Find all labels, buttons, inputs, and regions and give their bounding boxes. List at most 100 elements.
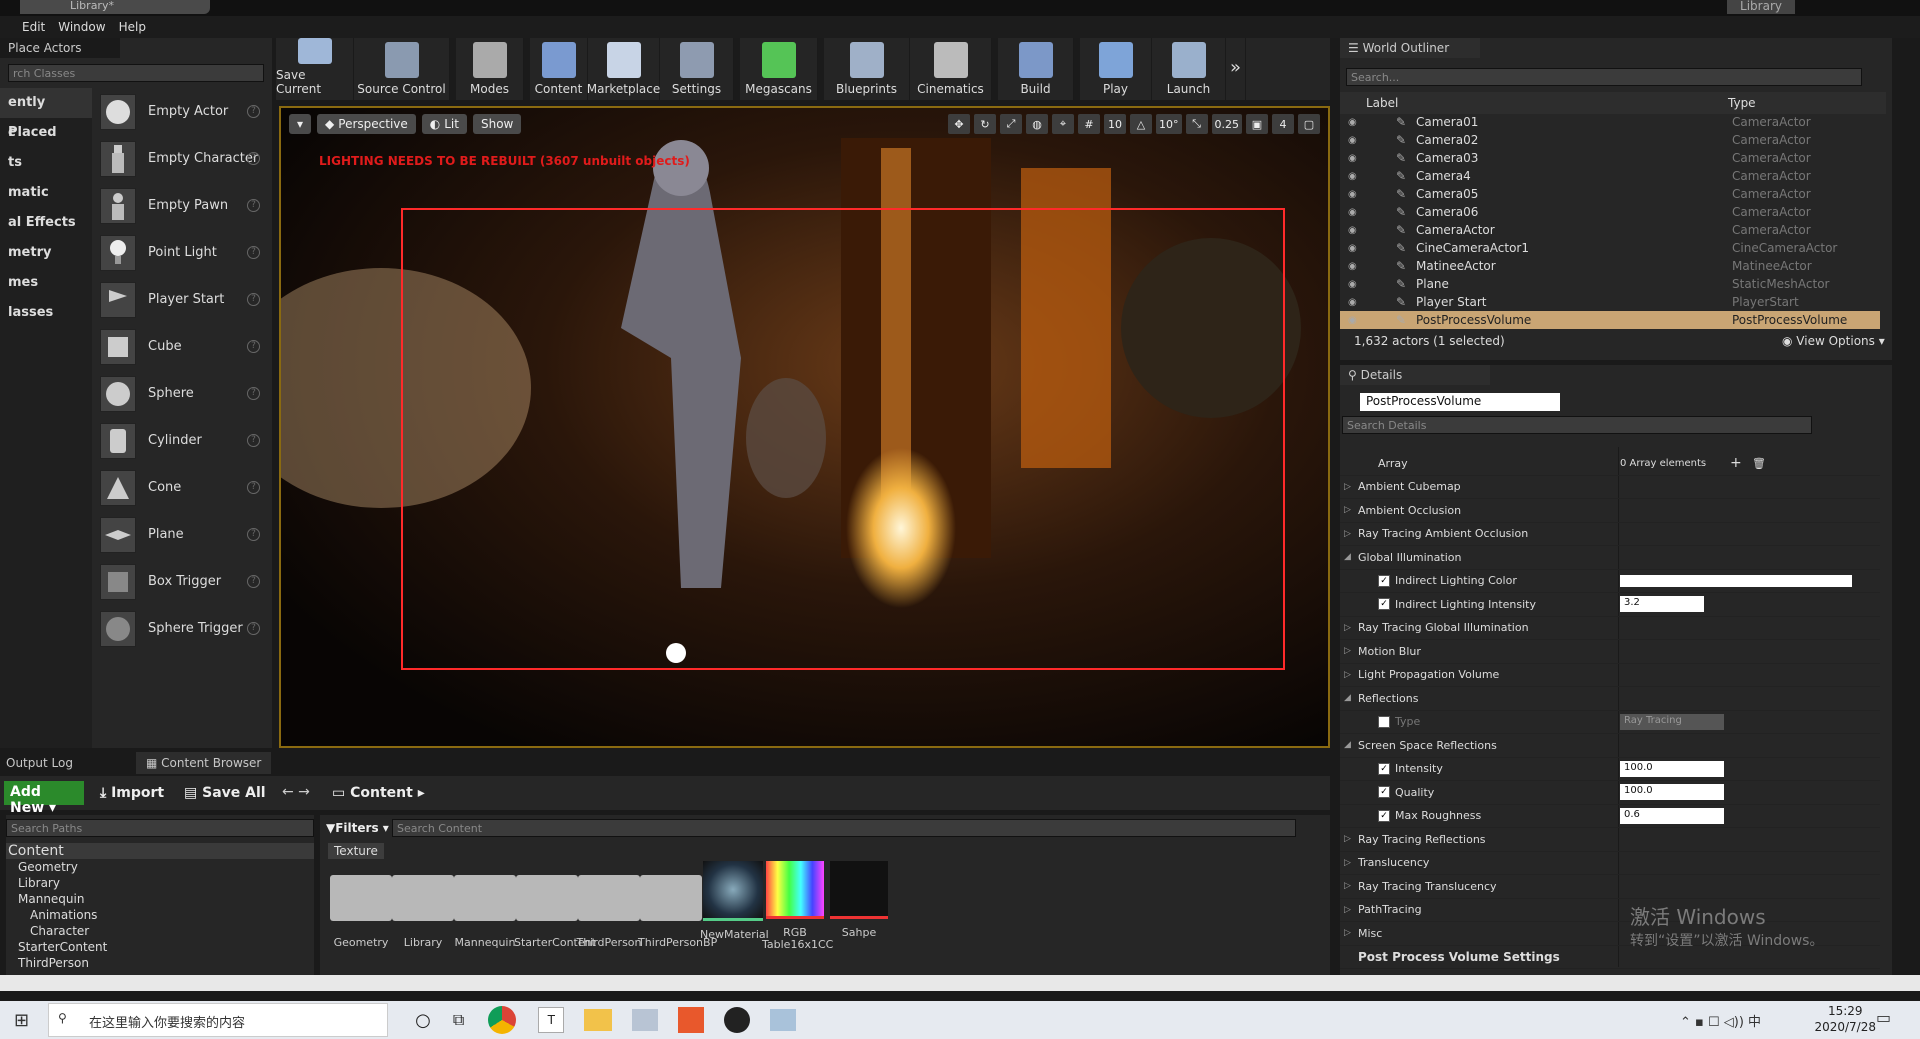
visibility-eye-icon[interactable]: ◉ — [1348, 279, 1362, 290]
outliner-row[interactable]: ◉ ✎ CineCameraActor1 CineCameraActor — [1340, 239, 1880, 257]
details-property-row[interactable]: ▷ Ray Tracing Translucency — [1340, 875, 1880, 899]
rotation-snap-icon[interactable]: △ — [1130, 114, 1152, 134]
asset-tile[interactable]: StarterContent — [514, 875, 596, 949]
add-new-button[interactable]: Add New ▾ — [4, 781, 84, 816]
windows-start-icon[interactable]: ⊞ — [14, 1010, 29, 1031]
source-control-button[interactable]: Source Control — [354, 38, 450, 100]
indirect-color-swatch[interactable] — [1620, 574, 1852, 587]
tree-item[interactable]: Character — [6, 923, 314, 939]
modes-button[interactable]: Modes — [456, 38, 524, 100]
collapsed-arrow-icon[interactable]: ▷ — [1344, 928, 1358, 938]
details-property-row[interactable]: ▷ Translucency — [1340, 852, 1880, 875]
help-icon[interactable]: ? — [247, 293, 260, 306]
help-icon[interactable]: ? — [247, 575, 260, 588]
filters-button[interactable]: ▼Filters ▾ — [326, 821, 389, 835]
save-all-button[interactable]: ▤ Save All — [184, 785, 266, 801]
help-icon[interactable]: ? — [247, 481, 260, 494]
expanded-arrow-icon[interactable]: ◢ — [1344, 693, 1358, 703]
category-geometry[interactable]: metry — [0, 238, 92, 268]
label-column-header[interactable]: Label — [1366, 96, 1398, 110]
actor-item[interactable]: Box Trigger? — [92, 558, 268, 605]
actor-item[interactable]: Cone? — [92, 464, 268, 511]
details-property-row[interactable]: ◢ Global Illumination — [1340, 546, 1880, 570]
property-checkbox[interactable]: ✓ — [1378, 786, 1390, 799]
tray-icons[interactable]: ⌃ ▪ ☐ ◁)) 中 — [1680, 1011, 1761, 1030]
expanded-arrow-icon[interactable]: ◢ — [1344, 740, 1358, 750]
tree-item-content[interactable]: Content — [6, 843, 314, 859]
perspective-button[interactable]: ◆ Perspective — [317, 114, 416, 134]
actor-item[interactable]: Empty Actor? — [92, 88, 268, 135]
help-icon[interactable]: ? — [247, 246, 260, 259]
category-volumes[interactable]: mes — [0, 268, 92, 298]
tree-item[interactable]: ThirdPerson — [6, 955, 314, 971]
collapsed-arrow-icon[interactable]: ▷ — [1344, 670, 1358, 680]
asset-tile[interactable]: ThirdPerson — [576, 875, 642, 949]
blueprints-button[interactable]: Blueprints — [824, 38, 910, 100]
visibility-eye-icon[interactable]: ◉ — [1348, 261, 1362, 272]
rotation-snap-value[interactable]: 10° — [1156, 114, 1182, 134]
level-tab[interactable]: Library* — [20, 0, 210, 14]
visibility-eye-icon[interactable]: ◉ — [1348, 135, 1362, 146]
system-clock[interactable]: 15:29 2020/7/28 — [1814, 1003, 1876, 1035]
toolbar-overflow-chevron-icon[interactable]: » — [1226, 38, 1246, 100]
actor-item[interactable]: Point Light? — [92, 229, 268, 276]
category-visual-effects[interactable]: al Effects — [0, 208, 92, 238]
add-element-icon[interactable]: + — [1730, 455, 1742, 471]
outliner-row[interactable]: ◉ ✎ Camera4 CameraActor — [1340, 167, 1880, 185]
collapsed-arrow-icon[interactable]: ▷ — [1344, 858, 1358, 868]
outliner-row[interactable]: ◉ ✎ Camera06 CameraActor — [1340, 203, 1880, 221]
collapsed-arrow-icon[interactable]: ▷ — [1344, 505, 1358, 515]
show-button[interactable]: Show — [472, 114, 522, 134]
object-name-field[interactable]: PostProcessVolume — [1360, 393, 1560, 411]
view-options-button[interactable]: ◉ View Options ▾ — [1782, 334, 1885, 348]
details-property-row[interactable]: ▷ Ray Tracing Reflections — [1340, 828, 1880, 852]
details-property-row[interactable]: ✓ Max Roughness 0.6 — [1340, 805, 1880, 828]
cinematics-button[interactable]: Cinematics — [910, 38, 992, 100]
tree-item[interactable]: Animations — [6, 907, 314, 923]
notification-icon[interactable]: ▭ — [1876, 1008, 1891, 1027]
property-checkbox[interactable]: ✓ — [1378, 598, 1390, 611]
category-lights[interactable]: ts — [0, 148, 92, 178]
details-property-row[interactable]: Array 0 Array elements + 🗑 — [1340, 452, 1880, 476]
cortana-icon[interactable]: ○ — [415, 1010, 431, 1031]
asset-tile[interactable]: Sahpe — [826, 861, 892, 939]
asset-tile[interactable]: ThirdPersonBP — [638, 875, 717, 949]
tree-item[interactable]: StarterContent — [6, 939, 314, 955]
visibility-eye-icon[interactable]: ◉ — [1348, 117, 1362, 128]
tree-item[interactable]: Geometry — [6, 859, 314, 875]
surface-snap-icon[interactable]: ⌖ — [1052, 114, 1074, 134]
trash-icon[interactable]: 🗑 — [1752, 457, 1766, 470]
actor-item[interactable]: Empty Character? — [92, 135, 268, 182]
import-button[interactable]: ⤓ Import — [100, 785, 164, 801]
details-property-row[interactable]: ▷ Ray Tracing Ambient Occlusion — [1340, 523, 1880, 546]
photos-icon[interactable] — [770, 1009, 797, 1031]
output-log-tab[interactable]: Output Log — [6, 756, 73, 770]
details-tab[interactable]: ⚲ Details — [1340, 365, 1490, 385]
outliner-row[interactable]: ◉ ✎ Camera05 CameraActor — [1340, 185, 1880, 203]
visibility-eye-icon[interactable]: ◉ — [1348, 225, 1362, 236]
actor-item[interactable]: Sphere? — [92, 370, 268, 417]
camera-speed-icon[interactable]: ▣ — [1246, 114, 1268, 134]
history-back-forward-icon[interactable]: ← → — [282, 784, 310, 800]
world-outliner-tab[interactable]: ☰ World Outliner — [1340, 38, 1480, 58]
visibility-eye-icon[interactable]: ◉ — [1348, 171, 1362, 182]
content-button[interactable]: Content — [530, 38, 588, 100]
details-property-row[interactable]: ✓ Intensity 100.0 — [1340, 758, 1880, 781]
visibility-eye-icon[interactable]: ◉ — [1348, 315, 1362, 326]
property-number-field[interactable]: 100.0 — [1620, 760, 1724, 777]
outliner-row[interactable]: ◉ ✎ PostProcessVolume PostProcessVolume — [1340, 311, 1880, 329]
grid-snap-value[interactable]: 10 — [1104, 114, 1126, 134]
details-search-input[interactable]: Search Details — [1342, 416, 1812, 434]
marketplace-button[interactable]: Marketplace — [587, 38, 660, 100]
details-property-row[interactable]: ◢ Screen Space Reflections — [1340, 734, 1880, 758]
asset-tile[interactable]: Library — [390, 875, 456, 949]
outliner-search-input[interactable]: Search... — [1346, 68, 1862, 86]
details-property-row[interactable]: ✓ Indirect Lighting Color — [1340, 570, 1880, 593]
tree-item[interactable]: Library — [6, 875, 314, 891]
play-button[interactable]: Play — [1080, 38, 1152, 100]
details-property-row[interactable]: ✓ Quality 100.0 — [1340, 781, 1880, 805]
ime-indicator[interactable]: 中 — [1748, 1015, 1761, 1030]
collapsed-arrow-icon[interactable]: ▷ — [1344, 905, 1358, 915]
outliner-row[interactable]: ◉ ✎ Camera03 CameraActor — [1340, 149, 1880, 167]
collapsed-arrow-icon[interactable]: ▷ — [1344, 881, 1358, 891]
